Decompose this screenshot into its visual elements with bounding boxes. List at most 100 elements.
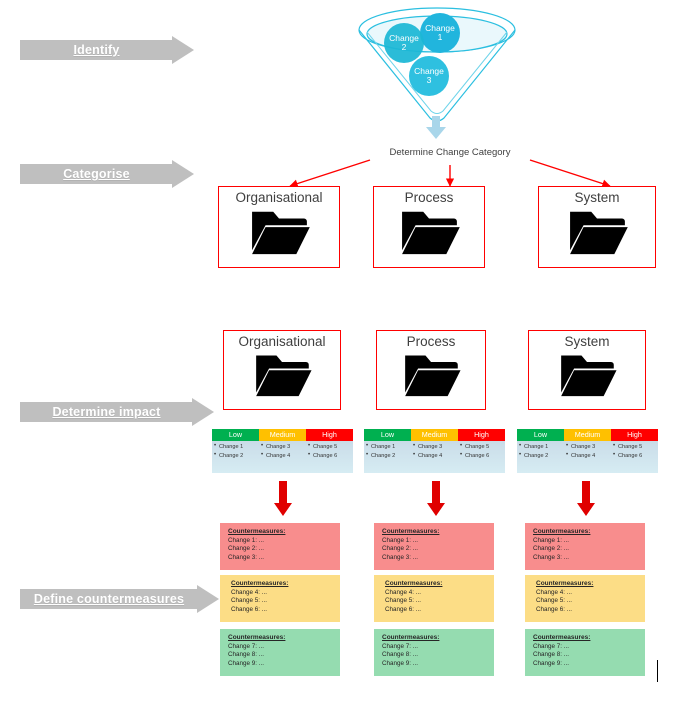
red-down-arrow-icon xyxy=(577,481,595,517)
category-title: Organisational xyxy=(238,334,326,349)
countermeasures-green-system[interactable]: Countermeasures: Change 7: ... Change 8:… xyxy=(525,629,645,676)
countermeasures-line: Change 5: ... xyxy=(536,597,573,605)
impact-item: Change 2 xyxy=(519,451,564,461)
impact-high-organisational[interactable]: High Change 5 Change 6 xyxy=(306,429,353,473)
category-title: Organisational xyxy=(235,190,323,205)
stage-categorise-label: Categorise xyxy=(63,167,130,181)
folder-icon xyxy=(529,350,645,398)
countermeasures-red-process[interactable]: Countermeasures: Change 1: ... Change 2:… xyxy=(374,523,494,570)
impact-low-system[interactable]: Low Change 1 Change 2 xyxy=(517,429,564,473)
countermeasures-green-process[interactable]: Countermeasures: Change 7: ... Change 8:… xyxy=(374,629,494,676)
countermeasures-green-organisational[interactable]: Countermeasures: Change 7: ... Change 8:… xyxy=(220,629,340,676)
countermeasures-line: Change 7: ... xyxy=(228,643,265,651)
countermeasures-line: Change 9: ... xyxy=(382,659,419,667)
stage-identify: Identify xyxy=(20,36,195,64)
impact-header: High xyxy=(306,429,353,441)
impact-header: Low xyxy=(517,429,564,441)
countermeasures-title: Countermeasures: xyxy=(533,634,591,641)
impact-item: Change 2 xyxy=(366,451,411,461)
impact-low-process[interactable]: Low Change 1 Change 2 xyxy=(364,429,411,473)
category-title: System xyxy=(574,190,620,205)
impact-item: Change 6 xyxy=(460,451,505,461)
impact-item: Change 4 xyxy=(261,451,306,461)
countermeasures-yellow-system[interactable]: Countermeasures: Change 4: ... Change 5:… xyxy=(525,575,645,622)
countermeasures-line: Change 9: ... xyxy=(533,659,570,667)
impact-items: Change 5 Change 6 xyxy=(611,442,658,461)
impact-header: Medium xyxy=(564,429,611,441)
countermeasures-line: Change 3: ... xyxy=(228,553,265,561)
countermeasures-title: Countermeasures: xyxy=(536,580,594,587)
impact-header: Medium xyxy=(411,429,458,441)
folder-icon xyxy=(224,350,340,398)
impact-high-system[interactable]: High Change 5 Change 6 xyxy=(611,429,658,473)
impact-item: Change 5 xyxy=(308,442,353,452)
impact-header: Low xyxy=(364,429,411,441)
countermeasures-line: Change 6: ... xyxy=(231,605,268,613)
countermeasures-line: Change 3: ... xyxy=(382,553,419,561)
countermeasures-yellow-process[interactable]: Countermeasures: Change 4: ... Change 5:… xyxy=(374,575,494,622)
impact-category-box-process[interactable]: Process xyxy=(376,330,486,410)
countermeasures-line: Change 4: ... xyxy=(231,589,268,597)
impact-low-organisational[interactable]: Low Change 1 Change 2 xyxy=(212,429,259,473)
impact-item: Change 4 xyxy=(413,451,458,461)
stage-determine-impact: Determine impact xyxy=(20,398,215,426)
countermeasures-title: Countermeasures: xyxy=(231,580,289,587)
impact-category-box-system[interactable]: System xyxy=(528,330,646,410)
category-box-process[interactable]: Process xyxy=(373,186,485,268)
countermeasures-title: Countermeasures: xyxy=(382,634,440,641)
countermeasures-line: Change 4: ... xyxy=(536,589,573,597)
category-title: Process xyxy=(404,190,454,205)
category-title: System xyxy=(564,334,610,349)
countermeasures-line: Change 2: ... xyxy=(533,545,570,553)
impact-items: Change 1 Change 2 xyxy=(517,442,564,461)
impact-high-process[interactable]: High Change 5 Change 6 xyxy=(458,429,505,473)
impact-header: Low xyxy=(212,429,259,441)
impact-items: Change 3 Change 4 xyxy=(411,442,458,461)
impact-items: Change 3 Change 4 xyxy=(259,442,306,461)
impact-item: Change 5 xyxy=(613,442,658,452)
impact-item: Change 3 xyxy=(261,442,306,452)
impact-header: High xyxy=(611,429,658,441)
countermeasures-line: Change 6: ... xyxy=(536,605,573,613)
text-cursor-artifact xyxy=(657,660,659,682)
bubble-change-1-line2: 1 xyxy=(437,32,443,42)
impact-item: Change 6 xyxy=(308,451,353,461)
category-box-system[interactable]: System xyxy=(538,186,656,268)
impact-medium-organisational[interactable]: Medium Change 3 Change 4 xyxy=(259,429,306,473)
stage-define-countermeasures: Define countermeasures xyxy=(20,585,220,613)
countermeasures-title: Countermeasures: xyxy=(382,528,440,535)
stage-determine-impact-label: Determine impact xyxy=(52,405,161,419)
impact-category-box-organisational[interactable]: Organisational xyxy=(223,330,341,410)
folder-icon xyxy=(377,350,485,398)
impact-item: Change 3 xyxy=(566,442,611,452)
stage-identify-label: Identify xyxy=(73,43,120,57)
countermeasures-line: Change 4: ... xyxy=(385,589,422,597)
countermeasures-line: Change 1: ... xyxy=(228,537,265,545)
impact-medium-system[interactable]: Medium Change 3 Change 4 xyxy=(564,429,611,473)
impact-medium-process[interactable]: Medium Change 3 Change 4 xyxy=(411,429,458,473)
countermeasures-line: Change 5: ... xyxy=(231,597,268,605)
countermeasures-line: Change 3: ... xyxy=(533,553,570,561)
impact-items: Change 5 Change 6 xyxy=(458,442,505,461)
impact-items: Change 5 Change 6 xyxy=(306,442,353,461)
folder-icon xyxy=(374,206,484,256)
countermeasures-yellow-organisational[interactable]: Countermeasures: Change 4: ... Change 5:… xyxy=(220,575,340,622)
countermeasures-line: Change 6: ... xyxy=(385,605,422,613)
bubble-change-3-line2: 3 xyxy=(426,75,432,85)
impact-item: Change 4 xyxy=(566,451,611,461)
impact-item: Change 2 xyxy=(214,451,259,461)
countermeasures-red-system[interactable]: Countermeasures: Change 1: ... Change 2:… xyxy=(525,523,645,570)
bubble-change-2: Change 2 xyxy=(384,23,424,63)
countermeasures-line: Change 8: ... xyxy=(533,651,570,659)
countermeasures-title: Countermeasures: xyxy=(228,528,286,535)
countermeasures-title: Countermeasures: xyxy=(533,528,591,535)
impact-item: Change 1 xyxy=(366,442,411,452)
funnel-icon: Change 1 Change 2 Change 3 xyxy=(352,2,522,130)
folder-icon xyxy=(219,206,339,256)
countermeasures-line: Change 8: ... xyxy=(228,651,265,659)
impact-header: Medium xyxy=(259,429,306,441)
countermeasures-line: Change 8: ... xyxy=(382,651,419,659)
countermeasures-red-organisational[interactable]: Countermeasures: Change 1: ... Change 2:… xyxy=(220,523,340,570)
bubble-change-2-line2: 2 xyxy=(401,42,407,52)
category-box-organisational[interactable]: Organisational xyxy=(218,186,340,268)
